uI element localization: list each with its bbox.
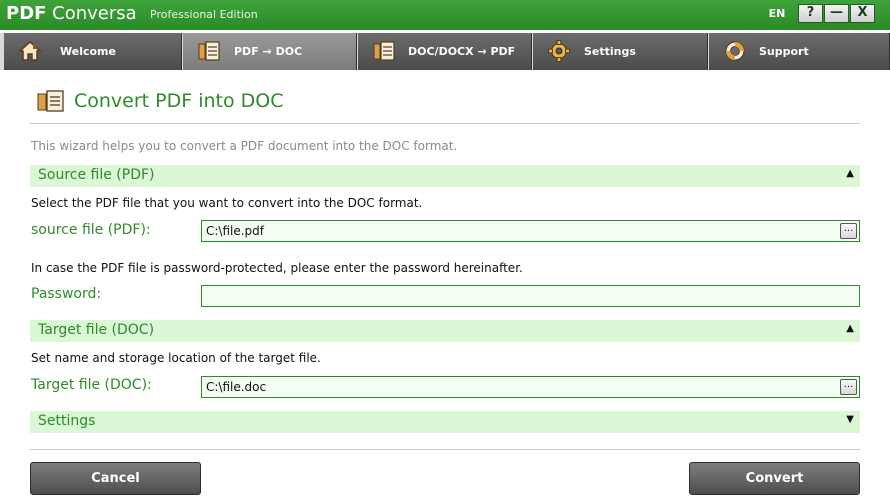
tab-label: DOC/DOCX → PDF — [408, 45, 516, 58]
lifebuoy-icon — [725, 41, 745, 61]
target-browse-button[interactable]: ... — [840, 379, 857, 395]
expand-icon[interactable]: ▼ — [846, 414, 854, 425]
tab-welcome[interactable]: Welcome — [4, 33, 182, 70]
document-icon — [37, 90, 64, 112]
cancel-button[interactable]: Cancel — [30, 462, 201, 495]
title-bar: PDF Conversa Professional Edition EN ? —… — [0, 0, 890, 30]
close-button[interactable]: X — [850, 4, 875, 23]
section-settings-label: Settings — [38, 413, 96, 429]
tab-label: Welcome — [60, 45, 116, 58]
password-input[interactable] — [201, 285, 860, 307]
section-source[interactable]: Source file (PDF) ▲ — [30, 165, 860, 187]
tab-pdf-to-doc[interactable]: PDF → DOC — [183, 33, 357, 70]
password-label: Password: — [31, 286, 102, 302]
section-settings[interactable]: Settings ▼ — [30, 411, 860, 433]
document-icon — [198, 41, 220, 61]
section-target-label: Target file (DOC) — [38, 322, 155, 338]
source-file-label: source file (PDF): — [31, 222, 151, 238]
help-button[interactable]: ? — [798, 4, 823, 23]
page-title: Convert PDF into DOC — [74, 90, 284, 112]
divider — [30, 123, 860, 124]
language-selector[interactable]: EN — [766, 6, 788, 22]
target-file-label: Target file (DOC): — [31, 377, 152, 393]
house-icon — [18, 40, 42, 61]
source-file-input[interactable]: C:\file.pdf ... — [201, 220, 860, 242]
password-note: In case the PDF file is password-protect… — [31, 261, 523, 275]
tab-settings[interactable]: Settings — [533, 33, 708, 70]
convert-button[interactable]: Convert — [689, 462, 860, 495]
wizard-panel: Convert PDF into DOC This wizard helps y… — [0, 70, 890, 500]
target-description: Set name and storage location of the tar… — [31, 351, 321, 365]
tab-bar: Welcome PDF → DOC DOC/DOCX → PDF Setting… — [0, 33, 890, 70]
tab-support[interactable]: Support — [709, 33, 890, 70]
document-icon — [373, 41, 395, 61]
app-title-name: Conversa — [46, 3, 137, 24]
tab-label: Support — [759, 45, 809, 58]
source-description: Select the PDF file that you want to con… — [31, 196, 423, 210]
app-title: PDF Conversa — [6, 3, 137, 25]
target-file-value: C:\file.doc — [206, 380, 267, 394]
tab-doc-to-pdf[interactable]: DOC/DOCX → PDF — [358, 33, 532, 70]
gear-icon — [548, 40, 570, 62]
collapse-icon[interactable]: ▲ — [846, 168, 854, 179]
collapse-icon[interactable]: ▲ — [846, 323, 854, 334]
section-target[interactable]: Target file (DOC) ▲ — [30, 320, 860, 342]
tab-label: PDF → DOC — [234, 45, 303, 58]
section-source-label: Source file (PDF) — [38, 167, 155, 183]
divider — [30, 449, 860, 450]
minimize-button[interactable]: — — [824, 4, 849, 23]
target-file-input[interactable]: C:\file.doc ... — [201, 376, 860, 398]
app-title-brand: PDF — [6, 3, 47, 24]
source-browse-button[interactable]: ... — [840, 223, 857, 239]
tab-label: Settings — [584, 45, 636, 58]
intro-text: This wizard helps you to convert a PDF d… — [31, 139, 458, 153]
app-edition: Professional Edition — [150, 8, 258, 21]
source-file-value: C:\file.pdf — [206, 224, 265, 238]
